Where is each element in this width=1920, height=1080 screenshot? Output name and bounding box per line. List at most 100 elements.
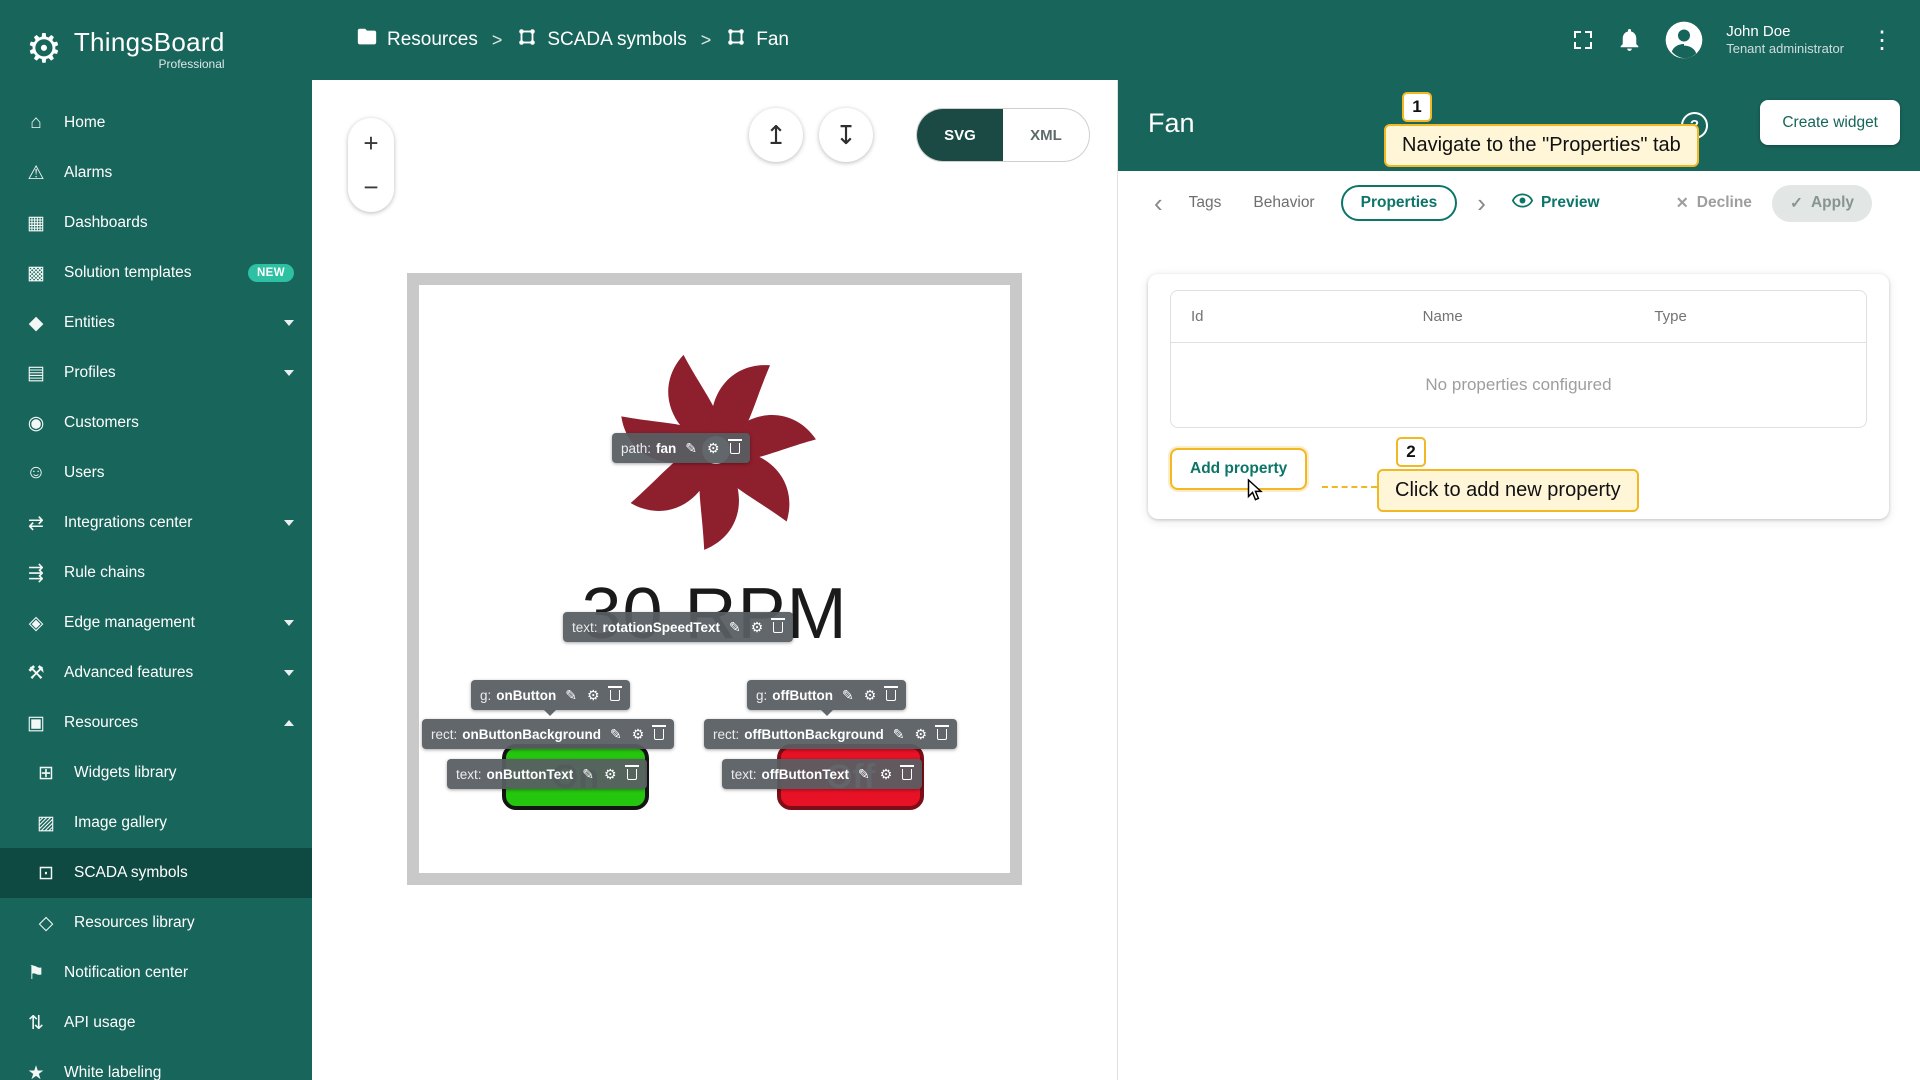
edit-icon[interactable]: ✎ [684, 441, 698, 455]
edge-management-icon: ◈ [28, 612, 44, 634]
dashboard-icon: ▦ [27, 212, 45, 234]
zoom-in-button[interactable]: + [356, 128, 386, 158]
preview-button[interactable]: Preview [1511, 193, 1600, 213]
decline-button[interactable]: ✕ Decline [1676, 194, 1752, 213]
white-labeling-icon: ★ [27, 1062, 45, 1080]
sidebar-item-advanced-features[interactable]: ⚒ Advanced features [0, 648, 312, 698]
check-icon: ✓ [1789, 194, 1803, 212]
sidebar-item-widgets-library[interactable]: ⊞ Widgets library [0, 748, 312, 798]
tag-label: text: offButtonText [731, 766, 849, 782]
delete-trash-icon[interactable] [727, 439, 742, 456]
brand-name: ThingsBoard [73, 27, 225, 57]
profiles-icon: ▤ [27, 362, 45, 384]
tag-chip-on-button-text[interactable]: text: onButtonText ✎ ⚙ [447, 759, 647, 789]
symbol-canvas[interactable]: 30 RPM On Off path: fan ✎ ⚙ text: [407, 273, 1022, 885]
sidebar-item-integrations-center[interactable]: ⇄ Integrations center [0, 498, 312, 548]
toggle-xml[interactable]: XML [1003, 109, 1089, 161]
tab-tags[interactable]: Tags [1183, 186, 1228, 220]
annotation-connector-line [1322, 486, 1377, 488]
sidebar-item-image-gallery[interactable]: ▨ Image gallery [0, 798, 312, 848]
breadcrumb-scada-symbols[interactable]: SCADA symbols [516, 26, 687, 54]
edit-icon[interactable]: ✎ [857, 767, 871, 781]
chevron-down-icon [284, 320, 294, 326]
sidebar-item-alarms[interactable]: ⚠ Alarms [0, 148, 312, 198]
sidebar-item-solution-templates[interactable]: ▩ Solution templates NEW [0, 248, 312, 298]
chevron-right-icon[interactable]: › [1477, 190, 1486, 216]
tag-label: rect: offButtonBackground [713, 726, 884, 742]
settings-gear-icon[interactable]: ⚙ [603, 767, 618, 781]
sidebar-item-api-usage[interactable]: ⇅ API usage [0, 998, 312, 1048]
edit-icon[interactable]: ✎ [581, 767, 595, 781]
settings-gear-icon[interactable]: ⚙ [706, 441, 721, 455]
tab-behavior[interactable]: Behavior [1247, 186, 1320, 220]
delete-trash-icon[interactable] [900, 765, 915, 782]
toggle-svg[interactable]: SVG [917, 109, 1003, 161]
sidebar-item-dashboards[interactable]: ▦ Dashboards [0, 198, 312, 248]
entities-icon: ◆ [28, 312, 44, 334]
settings-gear-icon[interactable]: ⚙ [913, 727, 928, 741]
sidebar-item-resources-library[interactable]: ◇ Resources library [0, 898, 312, 948]
solution-templates-icon: ▩ [27, 262, 45, 284]
create-widget-button[interactable]: Create widget [1760, 100, 1900, 145]
apply-button[interactable]: ✓ Apply [1771, 184, 1872, 222]
chevron-down-icon [284, 670, 294, 676]
api-usage-icon: ⇅ [28, 1012, 44, 1034]
edit-icon[interactable]: ✎ [609, 727, 623, 741]
delete-trash-icon[interactable] [607, 686, 622, 703]
advanced-features-icon: ⚒ [27, 662, 45, 684]
more-menu-icon[interactable]: ⋮ [1866, 26, 1898, 55]
tag-chip-off-button-text[interactable]: text: offButtonText ✎ ⚙ [722, 759, 923, 789]
breadcrumb-resources[interactable]: Resources [356, 26, 478, 54]
settings-gear-icon[interactable]: ⚙ [750, 620, 765, 634]
sidebar-item-profiles[interactable]: ▤ Profiles [0, 348, 312, 398]
annotation-step-2-callout: Click to add new property [1377, 469, 1639, 512]
edit-icon[interactable]: ✎ [892, 727, 906, 741]
settings-gear-icon[interactable]: ⚙ [631, 727, 646, 741]
settings-gear-icon[interactable]: ⚙ [586, 688, 601, 702]
tab-properties[interactable]: Properties [1340, 185, 1458, 221]
download-button[interactable]: ↧ [819, 108, 873, 162]
upload-button[interactable]: ↥ [749, 108, 803, 162]
edit-icon[interactable]: ✎ [564, 688, 578, 702]
top-bar: Resources > SCADA symbols > Fan John Doe… [312, 0, 1920, 80]
sidebar-item-resources[interactable]: ▣ Resources [0, 698, 312, 748]
delete-trash-icon[interactable] [771, 618, 786, 635]
tag-chip-off-button-background[interactable]: rect: offButtonBackground ✎ ⚙ [704, 719, 958, 749]
sidebar-item-entities[interactable]: ◆ Entities [0, 298, 312, 348]
logo[interactable]: ⚙ ThingsBoard Professional [0, 0, 312, 98]
sidebar-item-notification-center[interactable]: ⚑ Notification center [0, 948, 312, 998]
tag-chip-on-button-group[interactable]: g: onButton ✎ ⚙ [471, 680, 630, 716]
settings-gear-icon[interactable]: ⚙ [863, 688, 878, 702]
delete-trash-icon[interactable] [884, 686, 899, 703]
widgets-library-icon: ⊞ [38, 762, 54, 784]
sidebar-item-edge-management[interactable]: ◈ Edge management [0, 598, 312, 648]
fullscreen-icon[interactable] [1571, 28, 1595, 52]
zoom-out-button[interactable]: − [356, 172, 386, 202]
tag-chip-fan[interactable]: path: fan ✎ ⚙ [612, 433, 750, 463]
sidebar-item-rule-chains[interactable]: ⇶ Rule chains [0, 548, 312, 598]
alarm-icon: ⚠ [27, 162, 45, 184]
tag-chip-off-button-group[interactable]: g: offButton ✎ ⚙ [747, 680, 907, 716]
sidebar-item-users[interactable]: ☺ Users [0, 448, 312, 498]
eye-icon [1511, 193, 1534, 213]
edit-icon[interactable]: ✎ [841, 688, 855, 702]
sidebar-item-customers[interactable]: ◉ Customers [0, 398, 312, 448]
sidebar-item-white-labeling[interactable]: ★ White labeling [0, 1048, 312, 1080]
sidebar-item-home[interactable]: ⌂ Home [0, 98, 312, 148]
delete-trash-icon[interactable] [624, 765, 639, 782]
user-avatar[interactable] [1664, 20, 1704, 60]
tag-chip-rotation-speed-text[interactable]: text: rotationSpeedText ✎ ⚙ [563, 612, 794, 642]
tag-chip-on-button-background[interactable]: rect: onButtonBackground ✎ ⚙ [422, 719, 675, 749]
delete-trash-icon[interactable] [652, 725, 667, 742]
breadcrumb-fan[interactable]: Fan [725, 26, 789, 54]
edit-icon[interactable]: ✎ [728, 620, 742, 634]
brand-subtitle: Professional [158, 57, 225, 71]
delete-trash-icon[interactable] [935, 725, 950, 742]
notifications-bell-icon[interactable] [1617, 28, 1642, 53]
chevron-left-icon[interactable]: ‹ [1154, 190, 1163, 216]
sidebar-item-scada-symbols[interactable]: ⊡ SCADA symbols [0, 848, 312, 898]
integrations-icon: ⇄ [28, 512, 44, 534]
settings-gear-icon[interactable]: ⚙ [879, 767, 894, 781]
add-property-button[interactable]: Add property [1170, 448, 1308, 490]
sidebar: ⚙ ThingsBoard Professional ⌂ Home ⚠ Alar… [0, 0, 312, 1080]
